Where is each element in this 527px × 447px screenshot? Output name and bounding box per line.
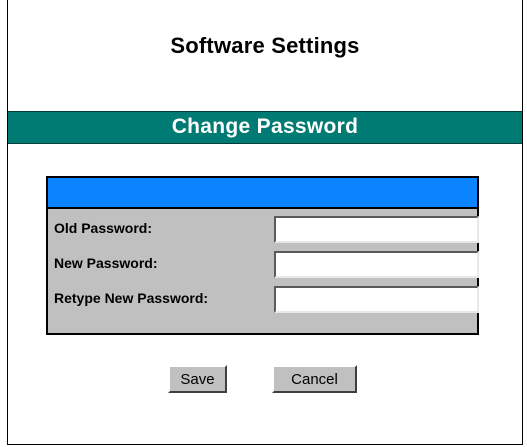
new-password-label: New Password: (54, 255, 158, 271)
new-password-row: New Password: (54, 247, 479, 279)
section-header-bar: Change Password (8, 111, 522, 144)
retype-password-label: Retype New Password: (54, 290, 209, 306)
change-password-form: Old Password: New Password: Retype New P… (46, 176, 479, 335)
retype-password-row: Retype New Password: (54, 282, 479, 314)
save-button[interactable]: Save (168, 365, 227, 393)
old-password-label: Old Password: (54, 220, 153, 236)
page-title: Software Settings (170, 33, 360, 58)
section-title: Change Password (171, 115, 359, 138)
new-password-input[interactable] (274, 251, 479, 278)
cancel-button[interactable]: Cancel (272, 365, 357, 393)
form-header-bar (48, 178, 477, 209)
old-password-input[interactable] (274, 216, 479, 243)
retype-password-input[interactable] (274, 286, 479, 313)
old-password-row: Old Password: (54, 212, 479, 244)
